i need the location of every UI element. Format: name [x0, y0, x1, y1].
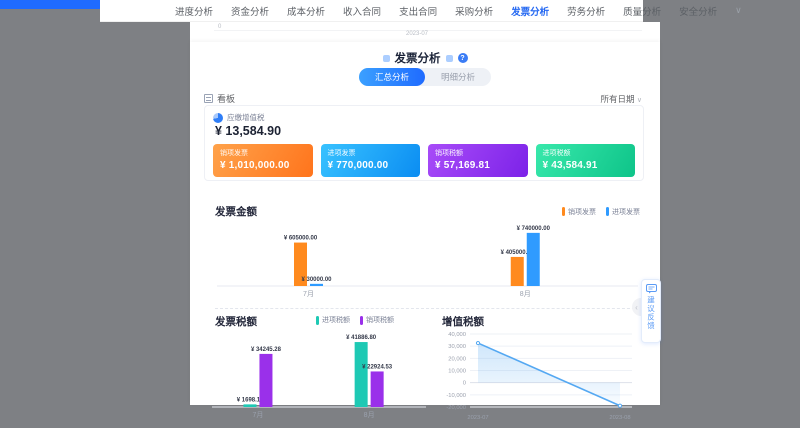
date-filter-dropdown[interactable]: 所有日期 ∨ — [600, 93, 642, 105]
svg-text:¥ 605000.00: ¥ 605000.00 — [284, 236, 318, 242]
view-toggle: 汇总分析 明细分析 — [190, 68, 660, 86]
bar — [511, 257, 524, 286]
svg-text:30,000: 30,000 — [448, 344, 466, 350]
legend-item[interactable]: 进项发票 — [606, 207, 640, 217]
bar — [527, 233, 540, 286]
svg-text:¥ 41886.80: ¥ 41886.80 — [346, 335, 377, 341]
page-title: 发票分析 — [395, 50, 441, 66]
legend-chip — [360, 316, 363, 325]
svg-text:0: 0 — [463, 381, 466, 387]
feedback-label: 建议反馈 — [646, 296, 657, 330]
invoice-tax-legend: 进项税额 销项税额 — [316, 315, 394, 325]
remnant-x-tick: 2023-07 — [395, 31, 439, 37]
stat-card-label: 销项发票 — [220, 148, 306, 158]
page-title-row: 发票分析 ? — [190, 50, 660, 66]
tab-支出合同[interactable]: 支出合同 — [399, 4, 437, 18]
summary-panel: 应缴增值税 ¥ 13,584.90 销项发票 ¥ 1,010,000.00进项发… — [204, 105, 644, 181]
tab-进度分析[interactable]: 进度分析 — [175, 4, 213, 18]
svg-text:7月: 7月 — [253, 411, 264, 419]
nav-tabs: 进度分析 资金分析 成本分析 收入合同 支出合同 采购分析 发票分析 劳务分析 质量分析 安全分析 — [175, 4, 735, 18]
svg-text:¥ 34245.28: ¥ 34245.28 — [251, 347, 282, 353]
section-title-invoice-amount: 发票金额 — [215, 204, 257, 219]
svg-text:2023-08: 2023-08 — [609, 415, 630, 421]
legend-item[interactable]: 销项税额 — [360, 315, 394, 325]
vat-line-chart[interactable]: 40,00030,00020,00010,0000-10,000-20,0002… — [436, 326, 642, 428]
title-decor-icon — [383, 55, 390, 62]
module-navbar: 进度分析资金分析成本分析收入合同支出合同采购分析发票分析劳务分析质量分析安全分析… — [100, 0, 643, 22]
bar — [355, 342, 368, 407]
chevron-down-icon[interactable]: ∨ — [735, 5, 742, 16]
tab-质量分析[interactable]: 质量分析 — [623, 4, 661, 18]
svg-text:¥ 22924.53: ¥ 22924.53 — [362, 364, 393, 370]
top-blue-fragment — [0, 0, 100, 9]
data-point — [476, 341, 479, 344]
board-icon — [204, 94, 213, 103]
legend-item[interactable]: 销项发票 — [562, 207, 596, 217]
chat-bubble-icon — [646, 284, 657, 294]
svg-text:-10,000: -10,000 — [446, 393, 466, 399]
tab-发票分析[interactable]: 发票分析 — [511, 4, 549, 18]
stat-card: 销项税额 ¥ 57,169.81 — [428, 144, 528, 177]
bar — [259, 354, 272, 407]
legend-label: 销项税额 — [366, 315, 394, 325]
bar — [371, 371, 384, 407]
invoice-tax-chart[interactable]: ¥ 1698.11¥ 34245.287月¥ 41886.80¥ 22924.5… — [210, 326, 428, 428]
svg-text:20,000: 20,000 — [448, 356, 466, 362]
invoice-amount-header: 发票金额 销项发票 进项发票 — [215, 204, 640, 219]
tab-收入合同[interactable]: 收入合同 — [343, 4, 381, 18]
board-label: 看板 — [217, 92, 235, 105]
chevron-down-icon: ∨ — [637, 97, 642, 104]
feedback-widget[interactable]: 建议反馈 — [641, 279, 661, 343]
tab-资金分析[interactable]: 资金分析 — [231, 4, 269, 18]
legend-label: 进项税额 — [322, 315, 350, 325]
legend-chip — [316, 316, 319, 325]
invoice-amount-chart[interactable]: ¥ 605000.00¥ 30000.007月¥ 405000.00¥ 7400… — [215, 218, 640, 307]
bar — [310, 284, 323, 286]
toggle-summary-analysis[interactable]: 汇总分析 — [359, 68, 425, 86]
vat-pie-icon — [213, 113, 223, 123]
filter-bar: 看板 所有日期 ∨ — [204, 92, 642, 105]
svg-text:8月: 8月 — [520, 290, 531, 298]
svg-text:8月: 8月 — [364, 411, 375, 419]
stat-card-value: ¥ 1,010,000.00 — [220, 160, 306, 171]
legend-chip — [606, 207, 609, 216]
svg-text:2023-07: 2023-07 — [467, 415, 488, 421]
svg-text:-20,000: -20,000 — [446, 405, 466, 411]
svg-text:¥ 30000.00: ¥ 30000.00 — [301, 277, 332, 283]
tab-劳务分析[interactable]: 劳务分析 — [567, 4, 605, 18]
legend-label: 进项发票 — [612, 207, 640, 217]
legend-label: 销项发票 — [568, 207, 596, 217]
stat-cards: 销项发票 ¥ 1,010,000.00进项发票 ¥ 770,000.00销项税额… — [213, 144, 635, 177]
stat-card-value: ¥ 770,000.00 — [328, 160, 414, 171]
title-decor-icon — [446, 55, 453, 62]
bar — [243, 404, 256, 407]
content-panel: 0 2023-07 发票分析 ? 汇总分析 明细分析 看板 所有日期 ∨ — [190, 22, 660, 405]
bottom-headers: 发票税额 进项税额销项税额 增值税额 — [190, 314, 660, 326]
invoice-analysis-card: 发票分析 ? 汇总分析 明细分析 看板 所有日期 ∨ 应缴增值税 ¥ 13,58… — [190, 42, 660, 405]
tab-安全分析[interactable]: 安全分析 — [679, 4, 717, 18]
stat-card-label: 销项税额 — [435, 148, 521, 158]
invoice-amount-legend: 销项发票 进项发票 — [562, 207, 640, 217]
svg-text:¥ 740000.00: ¥ 740000.00 — [517, 226, 551, 232]
stat-card-value: ¥ 43,584.91 — [543, 160, 629, 171]
tab-成本分析[interactable]: 成本分析 — [287, 4, 325, 18]
tab-采购分析[interactable]: 采购分析 — [455, 4, 493, 18]
stat-card: 进项发票 ¥ 770,000.00 — [321, 144, 421, 177]
help-icon[interactable]: ? — [458, 53, 468, 63]
svg-text:7月: 7月 — [303, 290, 314, 298]
stat-card-value: ¥ 57,169.81 — [435, 160, 521, 171]
divider — [215, 308, 640, 309]
vat-value: ¥ 13,584.90 — [215, 124, 281, 138]
stat-card: 销项发票 ¥ 1,010,000.00 — [213, 144, 313, 177]
svg-text:10,000: 10,000 — [448, 369, 466, 375]
legend-item[interactable]: 进项税额 — [316, 315, 350, 325]
data-point — [618, 404, 621, 407]
legend-chip — [562, 207, 565, 216]
stat-card: 进项税额 ¥ 43,584.91 — [536, 144, 636, 177]
stat-card-label: 进项税额 — [543, 148, 629, 158]
stat-card-label: 进项发票 — [328, 148, 414, 158]
vat-label: 应缴增值税 — [227, 112, 265, 123]
toggle-detail-analysis[interactable]: 明细分析 — [425, 68, 491, 86]
svg-text:40,000: 40,000 — [448, 332, 466, 338]
